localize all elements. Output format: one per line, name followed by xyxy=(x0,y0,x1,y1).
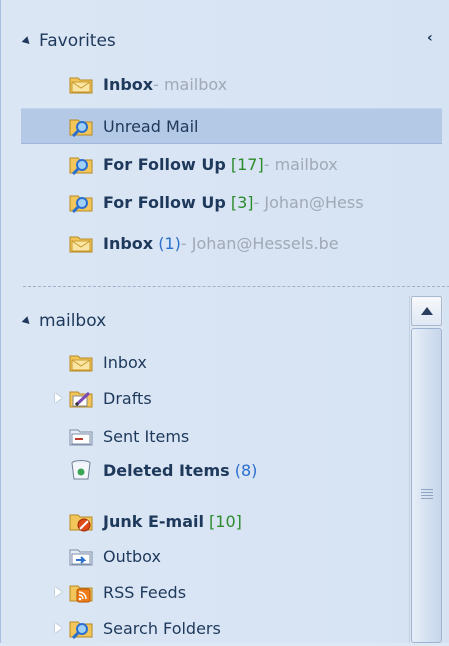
search-folder-icon xyxy=(69,119,93,137)
folder-drafts[interactable]: Drafts xyxy=(69,380,399,416)
folder-deleted-items[interactable]: Deleted Items (8) xyxy=(69,452,399,488)
favorite-name: Inbox xyxy=(103,233,154,253)
rss-feeds-icon xyxy=(69,585,93,603)
collapse-triangle-icon xyxy=(21,316,33,327)
scroll-up-arrow-icon xyxy=(420,307,433,315)
folder-name: Outbox xyxy=(103,546,161,566)
section-divider xyxy=(23,286,449,287)
expand-drafts-icon[interactable] xyxy=(55,393,62,403)
outbox-icon xyxy=(69,549,93,566)
folder-name: Inbox xyxy=(103,352,147,372)
folder-sent-items[interactable]: Sent Items xyxy=(69,418,399,454)
junk-email-icon xyxy=(69,514,93,532)
collapse-triangle-icon xyxy=(21,36,33,47)
folder-name: Deleted Items xyxy=(103,460,230,480)
navigation-pane: Favorites ‹ Inbox - mailbox Unread Mail xyxy=(0,0,449,643)
unread-count-badge: [10] xyxy=(209,511,242,531)
favorite-suffix: - mailbox xyxy=(263,154,338,174)
unread-count-badge: [17] xyxy=(230,154,264,174)
favorite-item-inbox-johan[interactable]: Inbox (1) - Johan@Hessels.be xyxy=(69,225,449,261)
folder-inbox[interactable]: Inbox xyxy=(69,344,399,380)
inbox-folder-icon xyxy=(69,77,93,94)
favorite-name: Inbox xyxy=(103,74,154,94)
favorite-item-follow-up-mailbox[interactable]: For Follow Up [17] - mailbox xyxy=(69,146,449,182)
search-folder-icon xyxy=(69,157,93,175)
unread-count-badge: (1) xyxy=(158,233,181,253)
favorite-name: For Follow Up xyxy=(103,192,226,212)
search-folder-icon xyxy=(69,621,93,639)
scroll-thumb[interactable] xyxy=(411,328,442,643)
favorite-name: Unread Mail xyxy=(103,116,199,136)
favorite-item-follow-up-johan[interactable]: For Follow Up [3] - Johan@Hess xyxy=(69,184,449,220)
folder-name: Drafts xyxy=(103,388,152,408)
folder-name: Search Folders xyxy=(103,618,221,638)
search-folder-icon xyxy=(69,195,93,213)
folder-rss-feeds[interactable]: RSS Feeds xyxy=(69,574,399,610)
deleted-items-icon xyxy=(71,460,91,480)
folder-name: Junk E-mail xyxy=(103,511,204,531)
drafts-folder-icon xyxy=(69,391,93,408)
expand-rss-feeds-icon[interactable] xyxy=(55,587,62,597)
folder-name: Sent Items xyxy=(103,426,190,446)
favorites-header-label: Favorites xyxy=(39,31,116,51)
favorites-section: Favorites ‹ Inbox - mailbox Unread Mail xyxy=(1,0,449,280)
mailbox-header[interactable]: mailbox xyxy=(21,311,107,331)
folder-search-folders[interactable]: Search Folders xyxy=(69,610,399,646)
scroll-up-button[interactable] xyxy=(411,296,442,326)
inbox-folder-icon xyxy=(69,236,93,253)
mailbox-header-label: mailbox xyxy=(39,311,107,331)
inbox-folder-icon xyxy=(69,355,93,372)
folder-outbox[interactable]: Outbox xyxy=(69,538,399,574)
favorites-header[interactable]: Favorites xyxy=(21,31,116,51)
favorite-suffix: - Johan@Hessels.be xyxy=(180,233,339,253)
favorite-item-unread-mail[interactable]: Unread Mail xyxy=(21,108,442,144)
favorite-suffix: - Johan@Hess xyxy=(253,192,364,212)
unread-count-badge: [3] xyxy=(230,192,254,212)
sent-items-icon xyxy=(69,429,93,446)
folder-junk-email[interactable]: Junk E-mail [10] xyxy=(69,503,399,539)
scroll-grip-icon xyxy=(421,489,433,501)
favorite-item-inbox-mailbox[interactable]: Inbox - mailbox xyxy=(69,66,449,102)
unread-count-badge: (8) xyxy=(234,460,258,480)
favorite-name: For Follow Up xyxy=(103,154,226,174)
vertical-scrollbar[interactable] xyxy=(409,296,443,643)
folder-name: RSS Feeds xyxy=(103,582,187,602)
minimize-pane-chevron-icon[interactable]: ‹ xyxy=(427,30,433,46)
favorite-suffix: - mailbox xyxy=(153,74,228,94)
expand-search-folders-icon[interactable] xyxy=(55,623,62,633)
